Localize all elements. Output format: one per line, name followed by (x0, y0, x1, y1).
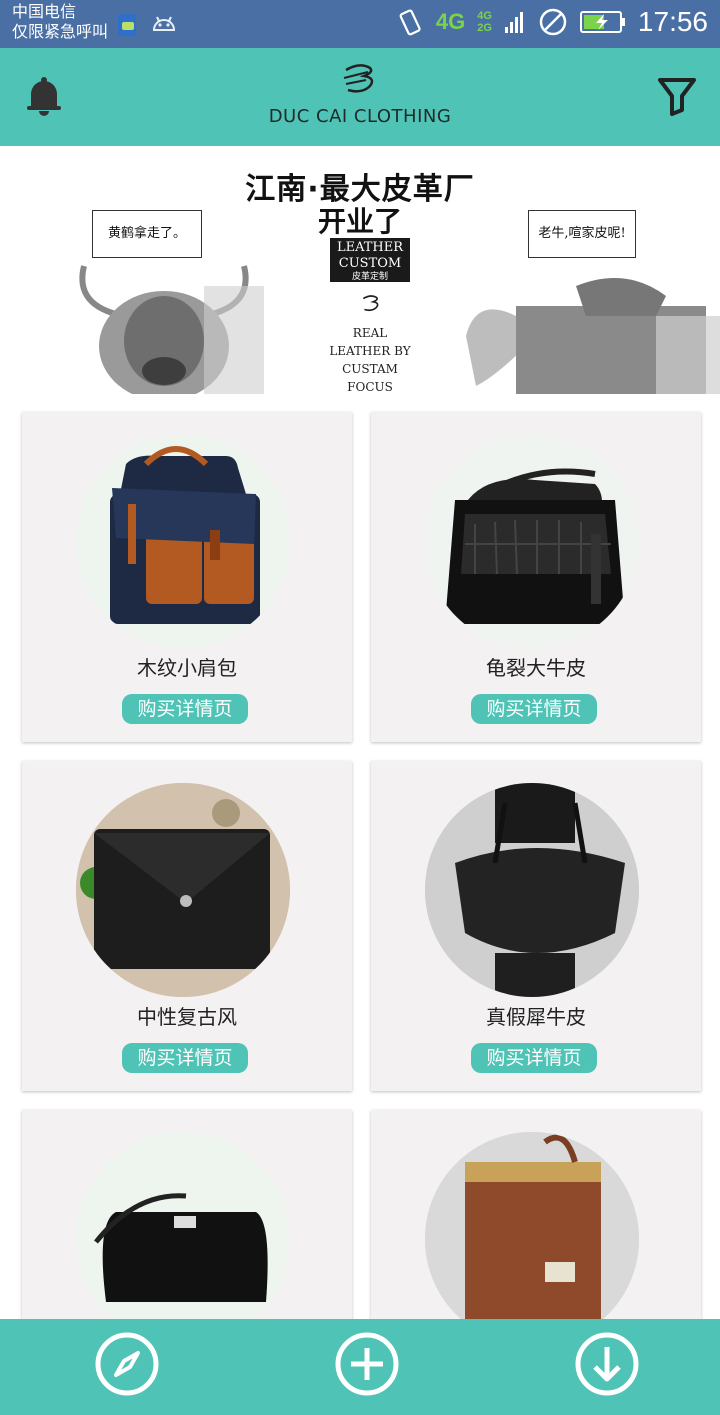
product-title: 龟裂大牛皮 (486, 656, 586, 680)
carrier-name: 中国电信 (12, 2, 77, 21)
network-small-2g: 2G (477, 22, 492, 34)
product-card[interactable]: 木纹小肩包 购买详情页 (22, 412, 352, 742)
battery-icon (579, 11, 625, 33)
no-disturb-icon (539, 8, 567, 36)
emergency-text: 仅限紧急呼叫 (12, 22, 109, 41)
hippo-illustration (466, 278, 720, 394)
clock: 17:56 (637, 6, 708, 37)
brand-logo (340, 60, 380, 104)
add-button[interactable] (334, 1331, 400, 1397)
promo-banner[interactable]: 江南·最大皮革厂 开业了 黄鹤拿走了。 老牛,喧家皮呢! LEATHER CUS… (0, 146, 720, 394)
compass-icon (95, 1332, 159, 1396)
badge-line2: CUSTOM (338, 256, 402, 271)
product-image[interactable] (76, 1132, 290, 1319)
brand-name: DUC CAI CLOTHING (268, 106, 452, 127)
product-image[interactable] (76, 434, 290, 648)
tagline-line1: REAL (352, 326, 388, 340)
product-card[interactable]: 中性复古风 购买详情页 (22, 761, 352, 1091)
product-grid: 木纹小肩包 购买详情页 龟裂大牛皮 购买详情页 中性复古风 购买详情页 真假犀牛… (0, 394, 720, 1319)
tagline-line2: LEATHER BY CUSTAM (329, 344, 411, 376)
tagline-line3: FOCUS (347, 380, 393, 394)
sim-chat-icon (118, 14, 136, 36)
android-icon (152, 16, 176, 31)
product-image[interactable] (425, 783, 639, 997)
banner-tagline: REAL LEATHER BY CUSTAM FOCUS (300, 324, 440, 394)
app-header: DUC CAI CLOTHING (0, 48, 720, 146)
dual-network: 4G 2G (477, 10, 492, 34)
carrier-block: 中国电信 仅限紧急呼叫 (12, 2, 108, 42)
banner-logo (362, 295, 379, 312)
leather-custom-badge: LEATHER CUSTOM 皮革定制 (330, 238, 410, 282)
status-right: 4G 4G 2G 17:56 (398, 6, 708, 38)
product-card[interactable]: 真假犀牛皮 购买详情页 (371, 761, 701, 1091)
buy-details-button[interactable]: 购买详情页 (122, 1043, 248, 1073)
product-title: 木纹小肩包 (137, 656, 237, 680)
product-card[interactable] (22, 1110, 352, 1319)
signal-icon (504, 12, 523, 33)
download-icon (575, 1332, 639, 1396)
product-title: 真假犀牛皮 (486, 1005, 586, 1029)
explore-button[interactable] (94, 1331, 160, 1397)
app-screen: 中国电信 仅限紧急呼叫 4G 4G 2G 17:56 DUC CAI CLOTH… (0, 0, 720, 1415)
product-card[interactable] (371, 1110, 701, 1319)
buy-details-button[interactable]: 购买详情页 (122, 694, 248, 724)
network-small-4g: 4G (477, 10, 492, 22)
network-type: 4G (435, 9, 466, 34)
buy-details-button[interactable]: 购买详情页 (471, 1043, 597, 1073)
bottom-nav (0, 1319, 720, 1415)
rotate-icon (399, 9, 421, 36)
speech-bubble-right: 老牛,喧家皮呢! (528, 210, 636, 258)
filter-button[interactable] (656, 74, 698, 122)
badge-cn: 皮革定制 (351, 272, 388, 282)
download-button[interactable] (574, 1331, 640, 1397)
product-image[interactable] (425, 1132, 639, 1319)
status-bar: 中国电信 仅限紧急呼叫 4G 4G 2G 17:56 (0, 0, 720, 48)
bull-illustration (79, 265, 264, 394)
notification-icons (116, 12, 178, 38)
product-title: 中性复古风 (137, 1005, 237, 1029)
product-image[interactable] (76, 783, 290, 997)
plus-icon (335, 1332, 399, 1396)
badge-line1: LEATHER (336, 240, 404, 255)
filter-icon (658, 78, 696, 116)
product-image[interactable] (425, 434, 639, 648)
product-card[interactable]: 龟裂大牛皮 购买详情页 (371, 412, 701, 742)
buy-details-button[interactable]: 购买详情页 (471, 694, 597, 724)
